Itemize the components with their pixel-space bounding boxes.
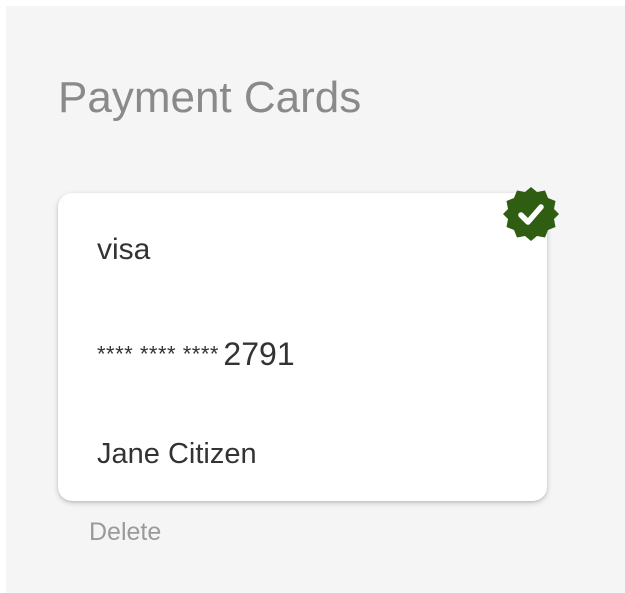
- card-last-four: 2791: [223, 336, 295, 372]
- payment-cards-panel: Payment Cards visa **** **** **** 2791 J…: [6, 6, 625, 593]
- delete-card-button[interactable]: Delete: [89, 518, 161, 547]
- page-title: Payment Cards: [58, 73, 362, 122]
- card-brand: visa: [97, 233, 151, 266]
- card-number: **** **** **** 2791: [97, 336, 295, 373]
- verified-check-badge-icon: [503, 187, 559, 241]
- card-holder-name: Jane Citizen: [97, 438, 257, 470]
- card-number-mask: **** **** ****: [97, 341, 219, 367]
- payment-card[interactable]: visa **** **** **** 2791 Jane Citizen: [58, 193, 547, 501]
